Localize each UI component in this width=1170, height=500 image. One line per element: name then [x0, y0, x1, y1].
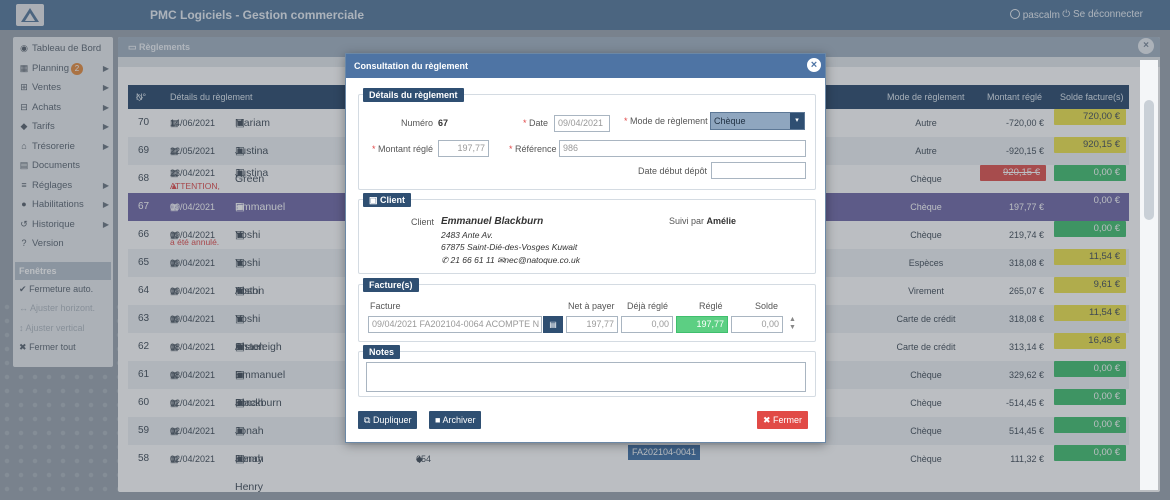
- col-solde: Solde: [755, 301, 779, 311]
- suivi-label: Suivi par Amélie: [669, 216, 737, 226]
- col-net: Net à payer: [568, 301, 615, 311]
- solde-field[interactable]: 0,00: [731, 316, 783, 333]
- factures-legend: Facture(s): [363, 278, 419, 292]
- client-legend: ▣ Client: [363, 193, 412, 207]
- client-name[interactable]: Emmanuel Blackburn: [441, 216, 543, 227]
- pdf-icon[interactable]: ▤: [543, 316, 563, 333]
- montant-field[interactable]: 197,77: [438, 140, 489, 157]
- client-contact: ✆ 21 66 61 11 ✉nec@natoque.co.uk: [441, 255, 581, 265]
- duplicate-button[interactable]: ⧉ Dupliquer: [358, 411, 418, 429]
- stepper-icon[interactable]: ▲ ▼: [789, 316, 796, 332]
- regle-field[interactable]: 197,77: [676, 316, 728, 333]
- notes-section: Notes: [358, 345, 816, 397]
- archive-button[interactable]: ■ Archiver: [429, 411, 482, 429]
- reference-field[interactable]: 986: [559, 140, 806, 157]
- montant-label: * Montant réglé: [372, 144, 434, 154]
- chevron-down-icon: ▾: [790, 113, 804, 129]
- numero-label: Numéro: [401, 118, 434, 128]
- notes-legend: Notes: [363, 345, 401, 359]
- depot-label: Date début dépôt: [638, 166, 708, 176]
- mode-select-value: Chèque: [714, 116, 746, 126]
- close-icon: ✖: [763, 415, 774, 425]
- id-card-icon: ▣: [369, 195, 381, 205]
- client-section: ▣ Client Client Emmanuel Blackburn 2483 …: [358, 193, 816, 274]
- notes-textarea[interactable]: [366, 362, 806, 392]
- details-legend: Détails du règlement: [363, 88, 464, 102]
- date-label: * Date: [523, 118, 549, 128]
- scrollbar-thumb[interactable]: [1144, 100, 1154, 220]
- client-label: Client: [411, 217, 435, 227]
- date-field[interactable]: 09/04/2021: [554, 115, 610, 132]
- depot-field[interactable]: [711, 162, 806, 179]
- modal-dialog: Consultation du règlement × Détails du r…: [345, 53, 826, 443]
- mode-label: * Mode de règlement: [624, 116, 708, 126]
- copy-icon: ⧉: [364, 415, 373, 425]
- numero-value: 67: [438, 118, 449, 128]
- details-section: Détails du règlement Numéro 67 * Date 09…: [358, 88, 816, 190]
- factures-section: Facture(s) Facture Net à payer Déjà régl…: [358, 278, 816, 342]
- modal-title: Consultation du règlement: [346, 54, 825, 78]
- deja-field[interactable]: 0,00: [621, 316, 673, 333]
- close-button[interactable]: ✖ Fermer: [757, 411, 809, 429]
- modal-close-button[interactable]: ×: [805, 56, 823, 74]
- scrollbar[interactable]: [1140, 60, 1158, 490]
- facture-field[interactable]: 09/04/2021 FA202104-0064 ACOMPTE N: [368, 316, 542, 333]
- col-regle: Réglé: [699, 301, 723, 311]
- col-deja: Déjà réglé: [627, 301, 669, 311]
- col-facture: Facture: [370, 301, 401, 311]
- net-field[interactable]: 197,77: [566, 316, 618, 333]
- client-address-1: 2483 Ante Av.: [441, 230, 493, 240]
- client-address-2: 67875 Saint-Dié-des-Vosges Kuwait: [441, 242, 578, 252]
- reference-label: * Référence: [509, 144, 557, 154]
- mode-select[interactable]: Chèque ▾: [710, 112, 805, 130]
